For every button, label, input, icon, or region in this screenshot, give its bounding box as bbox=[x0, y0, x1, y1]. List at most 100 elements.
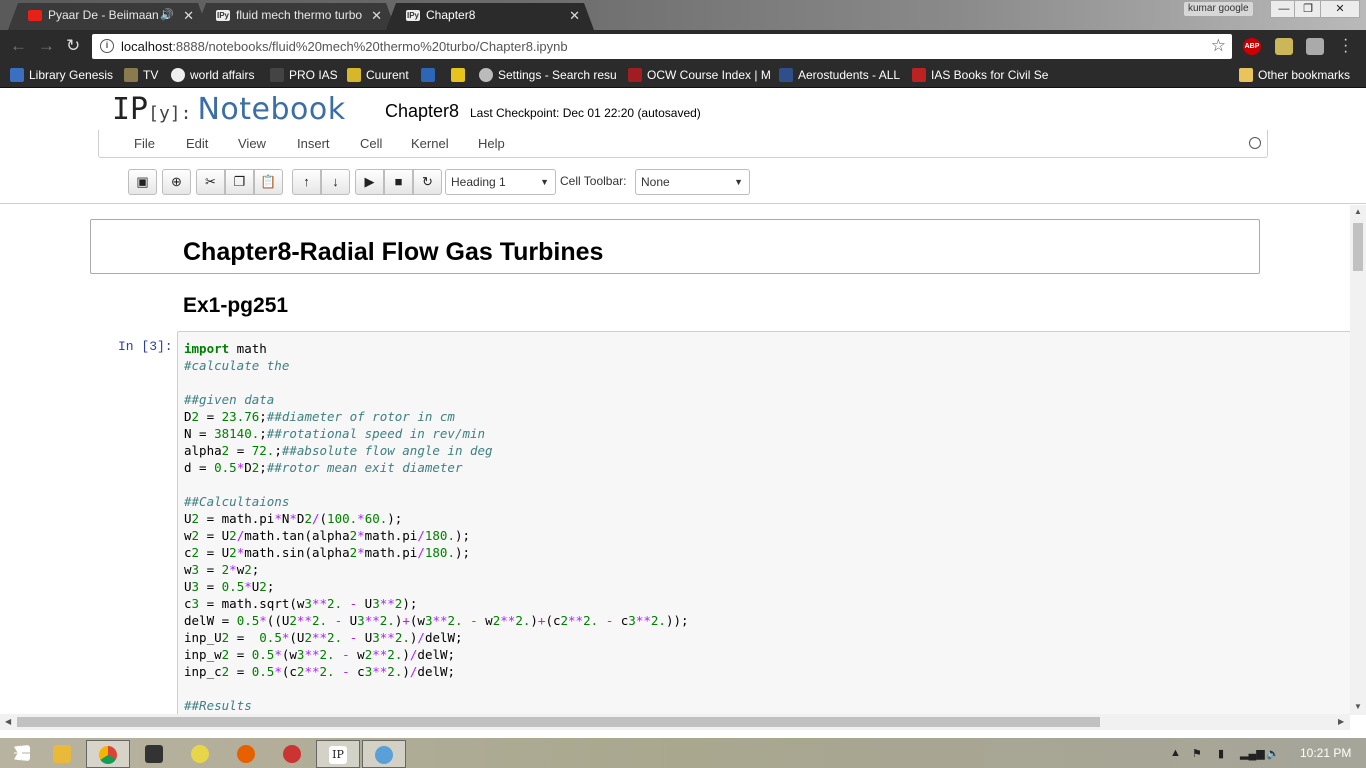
move-up-icon[interactable]: ↑ bbox=[292, 169, 321, 195]
bookmark-news[interactable] bbox=[451, 67, 469, 84]
tab-title: Pyaar De - Beiimaan L bbox=[48, 8, 169, 22]
code-line: d = 0.5*D2;##rotor mean exit diameter bbox=[184, 460, 463, 475]
ipython-notebook-logo[interactable]: IP[y]: Notebook bbox=[112, 92, 346, 127]
volume-icon[interactable]: 🔈 bbox=[1266, 747, 1280, 760]
news-icon bbox=[451, 68, 465, 82]
back-icon[interactable]: ← bbox=[10, 37, 27, 55]
insert-cell-icon[interactable]: ⊕ bbox=[162, 169, 191, 195]
code-line: ##Results bbox=[184, 698, 252, 713]
move-down-icon[interactable]: ↓ bbox=[321, 169, 350, 195]
chrome-icon[interactable] bbox=[86, 740, 130, 768]
bookmark-library-genesis[interactable]: Library Genesis bbox=[10, 67, 120, 84]
info-icon[interactable]: i bbox=[100, 39, 114, 53]
cell-type-select[interactable]: Heading 1 ▼ bbox=[445, 169, 556, 195]
firefox-icon[interactable] bbox=[224, 740, 268, 768]
cell-toolbar-select[interactable]: None ▼ bbox=[635, 169, 750, 195]
speaker-icon[interactable]: 🔊 bbox=[160, 3, 174, 28]
code-line: D2 = 23.76;##diameter of rotor in cm bbox=[184, 409, 455, 424]
tray-expand-icon[interactable]: ▲ bbox=[1170, 747, 1181, 759]
browser-menu-icon[interactable]: · · · bbox=[1343, 32, 1348, 60]
notebook-name[interactable]: Chapter8 bbox=[385, 101, 459, 122]
media-icon[interactable] bbox=[178, 740, 222, 768]
code-editor[interactable]: import math #calculate the ##given data D2… bbox=[184, 340, 689, 714]
menu-help[interactable]: Help bbox=[478, 136, 505, 151]
bookmark-star-icon[interactable]: ☆ bbox=[1211, 36, 1226, 56]
chevron-down-icon: ▼ bbox=[734, 177, 743, 187]
folder-icon bbox=[1239, 68, 1253, 82]
bookmark-ocw[interactable]: OCW Course Index | M bbox=[628, 67, 770, 84]
paste-icon[interactable]: 📋 bbox=[254, 169, 283, 195]
run-icon[interactable]: ▶ bbox=[355, 169, 384, 195]
bookmark-ias-books[interactable]: IAS Books for Civil Ser bbox=[912, 67, 1049, 84]
bookmark-pro-ias[interactable]: PRO IAS bbox=[270, 67, 340, 84]
code-line: w2 = U2/math.tan(alpha2*math.pi/180.); bbox=[184, 528, 471, 543]
bookmark-cuurent[interactable]: Cuurent bbox=[347, 67, 417, 84]
book-icon bbox=[10, 68, 24, 82]
menu-cell[interactable]: Cell bbox=[360, 136, 382, 151]
horizontal-scrollbar[interactable]: ◀ ▶ bbox=[0, 714, 1350, 730]
bookmark-pbs[interactable] bbox=[421, 67, 439, 84]
reload-icon[interactable]: ↻ bbox=[66, 37, 80, 55]
windows-start-icon[interactable] bbox=[0, 740, 44, 768]
file-explorer-icon[interactable] bbox=[40, 740, 84, 768]
close-window-button[interactable]: ✕ bbox=[1320, 0, 1360, 18]
bookmark-tv[interactable]: TV bbox=[124, 67, 164, 84]
cut-icon[interactable]: ✂ bbox=[196, 169, 225, 195]
network-icon[interactable] bbox=[362, 740, 406, 768]
close-tab-icon[interactable]: ✕ bbox=[569, 3, 580, 28]
forward-icon[interactable]: → bbox=[38, 37, 55, 55]
scrollbar-thumb[interactable] bbox=[17, 717, 1100, 727]
lightbulb-icon bbox=[347, 68, 361, 82]
code-line: w3 = 2*w2; bbox=[184, 562, 260, 577]
address-bar[interactable]: i localhost:8888/notebooks/fluid%20mech%… bbox=[92, 34, 1232, 59]
tab-youtube[interactable]: Pyaar De - Beiimaan L 🔊 ✕ bbox=[8, 3, 208, 30]
code-line: c3 = math.sqrt(w3**2. - U3**2); bbox=[184, 596, 418, 611]
ipython-icon[interactable]: IP bbox=[316, 740, 360, 768]
url-text[interactable]: localhost:8888/notebooks/fluid%20mech%20… bbox=[121, 39, 568, 54]
save-icon[interactable]: ▣ bbox=[128, 169, 157, 195]
scroll-up-icon[interactable]: ▲ bbox=[1354, 207, 1362, 216]
restore-button[interactable]: ❐ bbox=[1294, 0, 1322, 18]
clock[interactable]: 10:21 PM bbox=[1300, 746, 1351, 760]
wifi-icon[interactable]: ▂▄▆ bbox=[1240, 747, 1265, 760]
scroll-down-icon[interactable]: ▼ bbox=[1354, 702, 1362, 711]
windows-taskbar: IP ▲ ⚑ ▮ ▂▄▆ 🔈 10:21 PM bbox=[0, 738, 1366, 768]
bookmark-world-affairs[interactable]: world affairs bbox=[171, 67, 261, 84]
stop-icon[interactable]: ■ bbox=[384, 169, 413, 195]
pbs-icon bbox=[421, 68, 435, 82]
scrollbar-thumb[interactable] bbox=[1353, 223, 1363, 271]
extension-icon[interactable] bbox=[1275, 38, 1293, 55]
ipython-icon: IPy bbox=[406, 11, 419, 20]
battery-icon[interactable]: ▮ bbox=[1218, 747, 1224, 760]
cast-icon[interactable] bbox=[1306, 38, 1324, 55]
tab-fluid-mech[interactable]: IPy fluid mech thermo turbo ✕ bbox=[196, 3, 396, 30]
menu-edit[interactable]: Edit bbox=[186, 136, 208, 151]
copy-icon[interactable]: ❐ bbox=[225, 169, 254, 195]
vertical-scrollbar[interactable]: ▲ ▼ bbox=[1350, 205, 1366, 715]
flag-icon[interactable]: ⚑ bbox=[1192, 747, 1202, 760]
code-line: delW = 0.5*((U2**2. - U3**2.)+(w3**2. - … bbox=[184, 613, 689, 628]
adblock-icon[interactable]: ABP bbox=[1243, 38, 1261, 55]
heading-cell-selected[interactable]: Chapter8-Radial Flow Gas Turbines bbox=[90, 219, 1260, 274]
code-cell[interactable]: import math #calculate the ##given data D2… bbox=[177, 331, 1350, 715]
bookmark-settings[interactable]: Settings - Search resu bbox=[479, 67, 616, 84]
restart-icon[interactable]: ↻ bbox=[413, 169, 442, 195]
menu-insert[interactable]: Insert bbox=[297, 136, 330, 151]
close-tab-icon[interactable]: ✕ bbox=[183, 3, 194, 28]
menu-file[interactable]: File bbox=[134, 136, 155, 151]
bookmark-aerostudents[interactable]: Aerostudents - ALL bbox=[779, 67, 903, 84]
example-heading[interactable]: Ex1-pg251 bbox=[183, 294, 288, 318]
close-tab-icon[interactable]: ✕ bbox=[371, 3, 382, 28]
notebook-menubar: File Edit View Insert Cell Kernel Help bbox=[98, 130, 1268, 158]
jupyter-header: IP[y]: Notebook Chapter8 Last Checkpoint:… bbox=[0, 88, 1366, 130]
code-line: N = 38140.;##rotational speed in rev/min bbox=[184, 426, 486, 441]
paint-icon[interactable] bbox=[270, 740, 314, 768]
menu-view[interactable]: View bbox=[238, 136, 266, 151]
menu-kernel[interactable]: Kernel bbox=[411, 136, 449, 151]
tab-chapter8[interactable]: IPy Chapter8 ✕ bbox=[386, 3, 594, 30]
scroll-right-icon[interactable]: ▶ bbox=[1338, 717, 1344, 726]
scroll-left-icon[interactable]: ◀ bbox=[5, 717, 11, 726]
profile-chip[interactable]: kumar google bbox=[1184, 2, 1253, 16]
terminal-icon[interactable] bbox=[132, 740, 176, 768]
other-bookmarks[interactable]: Other bookmarks bbox=[1239, 67, 1359, 84]
